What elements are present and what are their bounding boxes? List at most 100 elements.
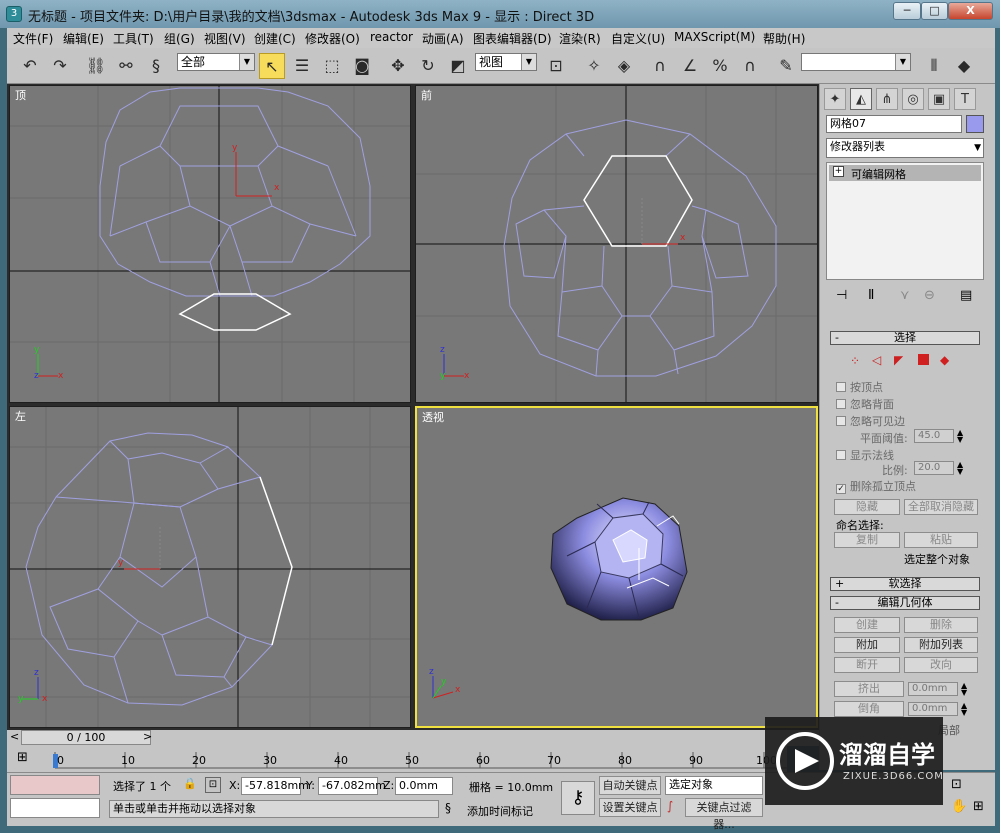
- window-crossing-icon[interactable]: ◙: [349, 53, 375, 79]
- create-tab-icon[interactable]: ✦: [824, 88, 846, 110]
- configure-sets-icon[interactable]: ▤: [960, 288, 972, 303]
- redo-icon[interactable]: ↷: [47, 53, 73, 79]
- spinner-arrows-icon[interactable]: ▲ ▼: [961, 682, 967, 697]
- attach-list-button[interactable]: 附加列表: [904, 637, 978, 653]
- snap-3d-icon[interactable]: ∩: [647, 53, 673, 79]
- percent-snap-icon[interactable]: %: [707, 53, 733, 79]
- x-coordinate-field[interactable]: -57.818mm: [241, 777, 309, 795]
- viewport-label-front[interactable]: 前: [421, 87, 432, 103]
- viewport-label-top[interactable]: 顶: [15, 87, 26, 103]
- absolute-mode-icon[interactable]: ⊡: [205, 777, 221, 793]
- scale-spinner[interactable]: 20.0: [914, 461, 954, 475]
- rect-selection-icon[interactable]: ⬚: [319, 53, 345, 79]
- show-normals-checkbox[interactable]: 显示法线: [836, 447, 894, 463]
- maxscript-input-mini[interactable]: [10, 798, 100, 818]
- hierarchy-tab-icon[interactable]: ⋔: [876, 88, 898, 110]
- spinner-snap-icon[interactable]: ∩: [737, 53, 763, 79]
- menu-reactor[interactable]: reactor: [370, 30, 413, 44]
- pin-stack-icon[interactable]: ⊣: [836, 288, 847, 303]
- select-link-icon[interactable]: ⛓: [83, 53, 109, 79]
- 3dsmax-app-icon[interactable]: 3: [6, 6, 22, 22]
- set-key-button[interactable]: 设置关键点: [599, 798, 661, 817]
- menu-maxscript[interactable]: MAXScript(M): [674, 30, 755, 44]
- track-bar[interactable]: ⊞ 0 10 20 30 40 50 60 70 80 90 100: [7, 746, 787, 772]
- create-button[interactable]: 创建: [834, 617, 900, 633]
- hide-button[interactable]: 隐藏: [834, 499, 900, 515]
- spinner-arrows-icon[interactable]: ▲ ▼: [957, 461, 963, 476]
- turn-button[interactable]: 改向: [904, 657, 978, 673]
- vertex-icon[interactable]: ⁘: [850, 354, 860, 368]
- polygon-icon[interactable]: [918, 354, 929, 365]
- viewport-label-perspective[interactable]: 透视: [422, 409, 444, 425]
- stack-item[interactable]: + 可编辑网格: [829, 165, 981, 181]
- menu-views[interactable]: 视图(V): [204, 30, 246, 47]
- maximize-viewport-icon[interactable]: ⊞: [973, 799, 984, 814]
- close-button[interactable]: X: [948, 2, 993, 20]
- edit-geometry-rollout-header[interactable]: - 编辑几何体: [830, 596, 980, 610]
- time-tag-icon[interactable]: §: [445, 801, 451, 815]
- chamfer-spinner[interactable]: 0.0mm: [908, 702, 958, 716]
- bind-spacewarp-icon[interactable]: §: [143, 53, 169, 79]
- menu-rendering[interactable]: 渲染(R): [559, 30, 601, 47]
- extrude-button[interactable]: 挤出: [834, 681, 904, 697]
- select-manipulate-icon[interactable]: ✧: [581, 53, 607, 79]
- utilities-tab-icon[interactable]: T: [954, 88, 976, 110]
- planar-threshold-spinner[interactable]: 45.0: [914, 429, 954, 443]
- edit-named-selection-icon[interactable]: ✎: [773, 53, 799, 79]
- menu-create[interactable]: 创建(C): [254, 30, 296, 47]
- spinner-arrows-icon[interactable]: ▲ ▼: [957, 429, 963, 444]
- chamfer-button[interactable]: 倒角: [834, 701, 904, 717]
- viewport-left[interactable]: y z y x 左: [9, 406, 411, 728]
- menu-customize[interactable]: 自定义(U): [611, 30, 665, 47]
- face-icon[interactable]: ◤: [894, 353, 903, 367]
- mirror-icon[interactable]: ⫴: [921, 53, 947, 79]
- modifier-list-dropdown[interactable]: 修改器列表 ▼: [826, 138, 984, 158]
- menu-edit[interactable]: 编辑(E): [63, 30, 104, 47]
- align-icon[interactable]: ◆: [951, 53, 977, 79]
- modify-tab-icon[interactable]: ◭: [850, 88, 872, 110]
- paste-button[interactable]: 粘贴: [904, 532, 978, 548]
- unhide-all-button[interactable]: 全部取消隐藏: [904, 499, 978, 515]
- pivot-center-icon[interactable]: ⊡: [543, 53, 569, 79]
- soft-selection-rollout-header[interactable]: + 软选择: [830, 577, 980, 591]
- element-icon[interactable]: ◆: [940, 353, 949, 367]
- spinner-arrows-icon[interactable]: ▲ ▼: [961, 702, 967, 717]
- unlink-icon[interactable]: ⚯: [113, 53, 139, 79]
- minimize-button[interactable]: ─: [893, 2, 921, 20]
- maxscript-listener-mini[interactable]: [10, 775, 100, 795]
- auto-key-button[interactable]: 自动关键点: [599, 776, 661, 795]
- menu-graph-editors[interactable]: 图表编辑器(D): [473, 30, 552, 47]
- add-time-tag-button[interactable]: 添加时间标记: [467, 803, 533, 819]
- undo-icon[interactable]: ↶: [17, 53, 43, 79]
- key-mode-dropdown[interactable]: 选定对象: [665, 776, 763, 795]
- named-selection-dropdown[interactable]: ▼: [801, 53, 911, 71]
- viewport-label-left[interactable]: 左: [15, 408, 26, 424]
- menu-modifiers[interactable]: 修改器(O): [305, 30, 360, 47]
- delete-isolated-checkbox[interactable]: ✓ 删除孤立顶点: [836, 478, 916, 494]
- delete-button[interactable]: 删除: [904, 617, 978, 633]
- make-unique-icon[interactable]: ⋎: [900, 288, 910, 303]
- chevron-right-icon[interactable]: >: [143, 730, 152, 743]
- menu-file[interactable]: 文件(F): [13, 30, 53, 47]
- show-end-result-icon[interactable]: Ⅱ: [868, 288, 874, 303]
- attach-button[interactable]: 附加: [834, 637, 900, 653]
- time-slider[interactable]: 0 / 100: [21, 730, 151, 745]
- extrude-spinner[interactable]: 0.0mm: [908, 682, 958, 696]
- select-by-name-icon[interactable]: ☰: [289, 53, 315, 79]
- remove-modifier-icon[interactable]: ⊖: [924, 288, 935, 303]
- zoom-extents-icon[interactable]: ⊡: [951, 777, 962, 792]
- rotate-icon[interactable]: ↻: [415, 53, 441, 79]
- expand-icon[interactable]: +: [833, 166, 844, 177]
- copy-button[interactable]: 复制: [834, 532, 900, 548]
- z-coordinate-field[interactable]: 0.0mm: [395, 777, 453, 795]
- y-coordinate-field[interactable]: -67.082mm: [318, 777, 386, 795]
- key-tangent-icon[interactable]: ∫: [667, 799, 673, 813]
- ignore-visible-edges-checkbox[interactable]: 忽略可见边: [836, 413, 905, 429]
- selection-rollout-header[interactable]: - 选择: [830, 331, 980, 345]
- display-tab-icon[interactable]: ▣: [928, 88, 950, 110]
- key-filters-button[interactable]: 关键点过滤器...: [685, 798, 763, 831]
- angle-snap-icon[interactable]: ∠: [677, 53, 703, 79]
- by-vertex-checkbox[interactable]: 按顶点: [836, 379, 883, 395]
- keyboard-shortcut-icon[interactable]: ◈: [611, 53, 637, 79]
- motion-tab-icon[interactable]: ◎: [902, 88, 924, 110]
